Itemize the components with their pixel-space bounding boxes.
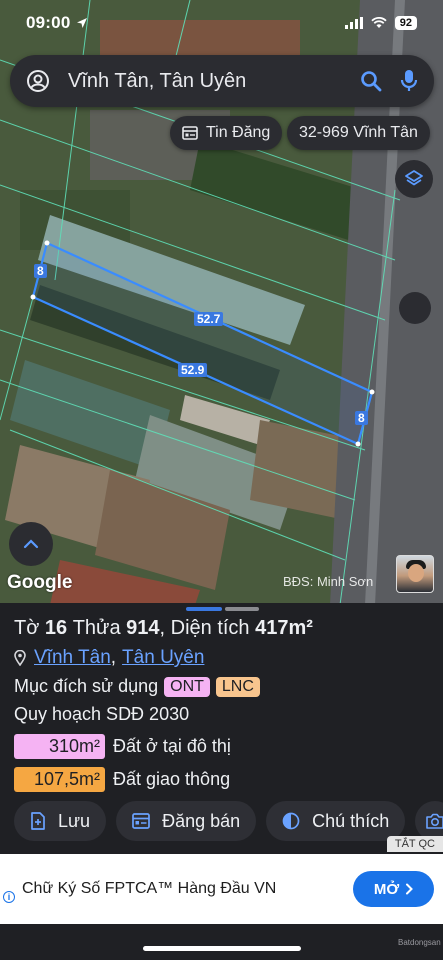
add-photo-icon: [426, 813, 443, 829]
chevron-right-icon: [406, 883, 414, 895]
legend-button-label: Chú thích: [312, 810, 390, 831]
zone-area-transport: 107,5m²: [14, 767, 105, 792]
location-arrow-icon: [77, 18, 88, 28]
sheet-label: Tờ: [14, 617, 40, 639]
close-ad-button[interactable]: TẮT QC: [386, 836, 443, 852]
location-row: Vĩnh Tân , Tân Uyên: [14, 647, 204, 669]
edge-length-left: 8: [34, 264, 47, 278]
land-use-label: Mục đích sử dụng: [14, 676, 159, 696]
edge-length-right: 8: [355, 411, 368, 425]
ad-banner[interactable]: TẮT QC i Chữ Ký Số FPTCA™ Hàng Đầu VN MỞ: [0, 836, 443, 924]
ad-open-button[interactable]: MỞ: [353, 871, 434, 907]
lot-number: 914: [126, 617, 160, 639]
microphone-icon[interactable]: [400, 69, 418, 93]
agent-avatar[interactable]: [396, 555, 434, 593]
ad-info-icon[interactable]: i: [3, 891, 15, 903]
area-value: 417m²: [255, 617, 313, 639]
zone-row-residential: 310m² Đất ở tại đô thị: [14, 734, 231, 759]
expand-up-button[interactable]: [9, 522, 53, 566]
bottom-bar: Batdongsan: [0, 924, 443, 960]
district-link[interactable]: Tân Uyên: [122, 647, 204, 669]
parcel-title: Tờ 16 Thửa 914, Diện tích 417m²: [14, 617, 313, 640]
land-use-tag-ont: ONT: [164, 676, 210, 697]
parcel-info-sheet: Tờ 16 Thửa 914, Diện tích 417m² Vĩnh Tân…: [0, 603, 443, 855]
layers-icon: [405, 170, 423, 186]
listing-icon: [182, 126, 198, 140]
commune-link[interactable]: Vĩnh Tân: [34, 647, 111, 669]
search-input[interactable]: Vĩnh Tân, Tân Uyên: [68, 70, 360, 93]
search-icon[interactable]: [360, 70, 382, 92]
zone-area-residential: 310m²: [14, 734, 105, 759]
sheet-handle-active[interactable]: [186, 607, 222, 611]
battery-level: 92: [394, 16, 417, 30]
save-button[interactable]: Lưu: [14, 801, 107, 841]
zone-name-transport: Đất giao thông: [113, 769, 231, 789]
google-logo: Google: [7, 572, 73, 593]
area-label: , Diện tích: [159, 617, 250, 639]
address-chip-label: 32-969 Vĩnh Tân: [299, 124, 418, 141]
chevron-up-icon: [23, 539, 39, 549]
zone-row-transport: 107,5m² Đất giao thông: [14, 767, 230, 792]
legend-button[interactable]: Chú thích: [266, 801, 406, 841]
save-icon: [31, 812, 45, 830]
ad-open-label: MỞ: [373, 880, 400, 898]
search-bar[interactable]: Vĩnh Tân, Tân Uyên: [10, 55, 434, 107]
post-for-sale-button[interactable]: Đăng bán: [116, 801, 257, 841]
sheet-handle-inactive[interactable]: [225, 607, 259, 611]
add-photo-button[interactable]: [415, 801, 443, 841]
contrast-icon: [282, 812, 300, 830]
listing-icon: [132, 813, 150, 829]
map-side-handle[interactable]: [399, 292, 431, 324]
land-use-row: Mục đích sử dụng ONT LNC: [14, 676, 260, 697]
land-use-tag-lnc: LNC: [215, 676, 260, 697]
lot-label: Thửa: [72, 617, 121, 639]
save-button-label: Lưu: [58, 810, 91, 831]
edge-length-bottom: 52.9: [178, 363, 208, 377]
status-indicators: 92: [344, 16, 417, 30]
satellite-map[interactable]: 52.7 52.9 8 8 09:00 92 Vĩnh Tân, Tân Uyê…: [0, 0, 443, 605]
status-time: 09:00: [26, 13, 71, 32]
sheet-number: 16: [44, 617, 68, 639]
action-bar: Lưu Đăng bán Chú thích: [14, 801, 443, 841]
map-pin-icon: [14, 650, 26, 666]
layers-button[interactable]: [395, 160, 433, 198]
watermark-text: BĐS: Minh Sơn: [283, 574, 374, 589]
ad-text: Chữ Ký Số FPTCA™ Hàng Đầu VN: [22, 880, 277, 897]
zone-name-residential: Đất ở tại đô thị: [113, 736, 231, 756]
posts-chip[interactable]: Tin Đăng: [170, 116, 283, 150]
home-indicator[interactable]: [143, 946, 301, 951]
post-for-sale-label: Đăng bán: [162, 810, 241, 831]
brand-logo: Batdongsan: [398, 938, 441, 947]
account-icon[interactable]: [26, 69, 50, 93]
planning-label: Quy hoạch SDĐ 2030: [14, 704, 190, 724]
address-chip[interactable]: 32-969 Vĩnh Tân: [287, 116, 430, 150]
wifi-icon: [371, 17, 387, 28]
status-bar: 09:00 92: [0, 0, 443, 46]
cellular-signal-icon: [344, 17, 363, 29]
posts-chip-label: Tin Đăng: [206, 124, 271, 141]
edge-length-top: 52.7: [194, 312, 224, 326]
